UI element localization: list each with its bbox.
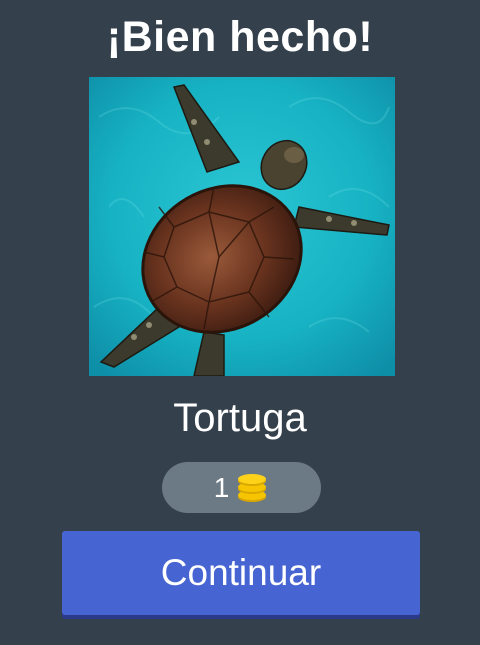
answer-label: Tortuga: [173, 396, 307, 440]
sea-turtle-image: [89, 77, 395, 376]
continue-button[interactable]: Continuar: [62, 531, 420, 615]
page-title: ¡Bien hecho!: [106, 13, 374, 61]
coin-count: 1: [213, 471, 230, 503]
level-complete-screen: ¡Bien hecho! Tortuga 1 Continuar: [0, 0, 480, 645]
coins-icon: [235, 473, 269, 503]
coin-reward-badge: 1: [162, 462, 321, 513]
